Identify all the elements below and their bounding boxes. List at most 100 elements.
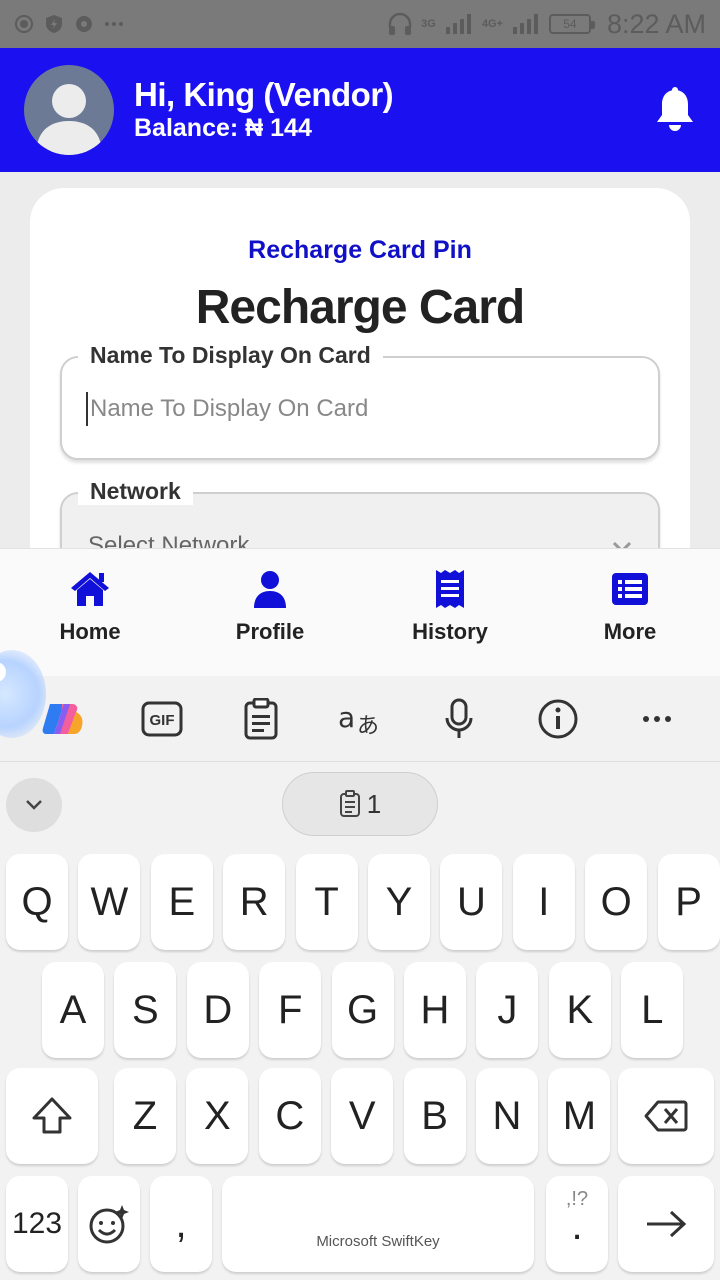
key-label: S [132,987,159,1032]
user-silhouette-icon [36,84,102,155]
key-label: V [348,1093,376,1138]
key-label: U [456,879,486,924]
svg-text:あ: あ [357,714,379,739]
key-label: G [347,987,379,1032]
arrow-right-icon [647,1210,687,1238]
nav-profile-label: Profile [235,619,305,644]
period-key[interactable]: ,!? . [546,1176,608,1272]
shift-key[interactable] [6,1068,98,1164]
svg-text:GIF: GIF [150,712,175,729]
bottom-navigation: Home Profile History More [0,548,720,676]
key-i[interactable]: I [512,854,575,950]
svg-text:a: a [338,701,355,734]
key-a[interactable]: A [42,962,104,1058]
key-label: D [203,987,233,1032]
collapse-keyboard-button[interactable] [6,778,62,832]
shift-icon [32,1097,72,1134]
info-icon[interactable] [535,696,581,742]
key-s[interactable]: S [114,962,177,1058]
key-n[interactable]: N [476,1068,538,1164]
key-t[interactable]: T [295,854,358,950]
key-u[interactable]: U [440,854,503,950]
greeting-text: Hi, King (Vendor) [134,76,394,113]
key-o[interactable]: O [585,854,648,950]
comma-key-label: , [175,1201,187,1246]
avatar[interactable] [24,65,114,155]
form-title: Recharge Card [195,281,525,334]
key-label: Z [132,1093,158,1138]
backspace-key[interactable] [618,1068,714,1164]
key-b[interactable]: B [403,1068,466,1164]
key-e[interactable]: E [150,854,213,950]
key-label: B [421,1093,448,1138]
more-options-icon[interactable] [634,696,680,742]
more-notifications-icon [104,14,124,34]
key-label: O [600,879,632,924]
app-header: Hi, King (Vendor) Balance: ₦ 144 [0,48,720,172]
key-c[interactable]: C [258,1068,321,1164]
gif-icon[interactable]: GIF [139,696,185,742]
key-label: Y [385,879,413,924]
nav-more[interactable]: More [540,549,720,676]
key-x[interactable]: X [186,1068,249,1164]
key-label: J [497,987,518,1032]
shield-icon [44,14,64,34]
content-area: Recharge Card Pin Recharge Card Name To … [0,172,720,548]
signal-icon [444,14,474,34]
receipt-icon [429,569,471,609]
name-on-card-input[interactable] [86,392,626,426]
key-label: X [204,1093,231,1138]
keyboard-toolbar: GIF aあ [0,650,720,762]
chevron-down-icon [26,800,42,810]
network-type-2: 4G+ [481,18,503,30]
user-icon [249,569,291,609]
key-d[interactable]: D [186,962,249,1058]
key-label: T [314,879,339,924]
list-icon [609,569,651,609]
key-m[interactable]: M [548,1068,611,1164]
key-k[interactable]: K [548,962,611,1058]
nav-profile[interactable]: Profile [180,549,360,676]
network-field[interactable]: Network Select Network [60,478,660,548]
copilot-icon[interactable] [40,696,86,742]
microphone-icon[interactable] [436,696,482,742]
form-subtitle: Recharge Card Pin [248,236,472,264]
recharge-card-form: Recharge Card Pin Recharge Card Name To … [30,188,690,548]
key-w[interactable]: W [78,854,141,950]
numbers-key-label: 123 [11,1207,63,1240]
headphones-icon [387,11,413,37]
notifications-button[interactable] [654,87,696,133]
key-v[interactable]: V [331,1068,394,1164]
network-select-value[interactable]: Select Network [88,532,249,548]
key-q[interactable]: Q [6,854,68,950]
numbers-key[interactable]: 123 [6,1176,68,1272]
key-r[interactable]: R [223,854,286,950]
nav-home-label: Home [59,619,121,644]
key-l[interactable]: L [621,962,684,1058]
key-y[interactable]: Y [368,854,430,950]
keyboard: GIF aあ 1 QWERT YU I OP ASDFGH J K L Z XCVBNM 12… [0,650,720,1280]
key-j[interactable]: J [476,962,539,1058]
key-label: H [420,987,450,1032]
key-z[interactable]: Z [114,1068,176,1164]
key-p[interactable]: P [657,854,720,950]
clipboard-icon[interactable] [238,696,284,742]
key-f[interactable]: F [259,962,322,1058]
key-label: M [562,1093,597,1138]
nav-more-label: More [603,619,657,644]
nav-history-label: History [412,619,488,644]
comma-key[interactable]: , [150,1176,212,1272]
key-label: F [277,987,303,1032]
network-label: Network [78,478,193,505]
spacebar-label: Microsoft SwiftKey [316,1233,440,1250]
enter-key[interactable] [618,1176,714,1272]
clipboard-suggestion[interactable]: 1 [282,772,438,836]
key-label: N [492,1093,522,1138]
emoji-sparkle-icon [89,1205,129,1244]
key-h[interactable]: H [404,962,466,1058]
nav-history[interactable]: History [360,549,540,676]
key-g[interactable]: G [331,962,394,1058]
translate-icon[interactable]: aあ [337,696,383,742]
spacebar[interactable]: Microsoft SwiftKey [222,1176,534,1272]
emoji-key[interactable] [78,1176,140,1272]
